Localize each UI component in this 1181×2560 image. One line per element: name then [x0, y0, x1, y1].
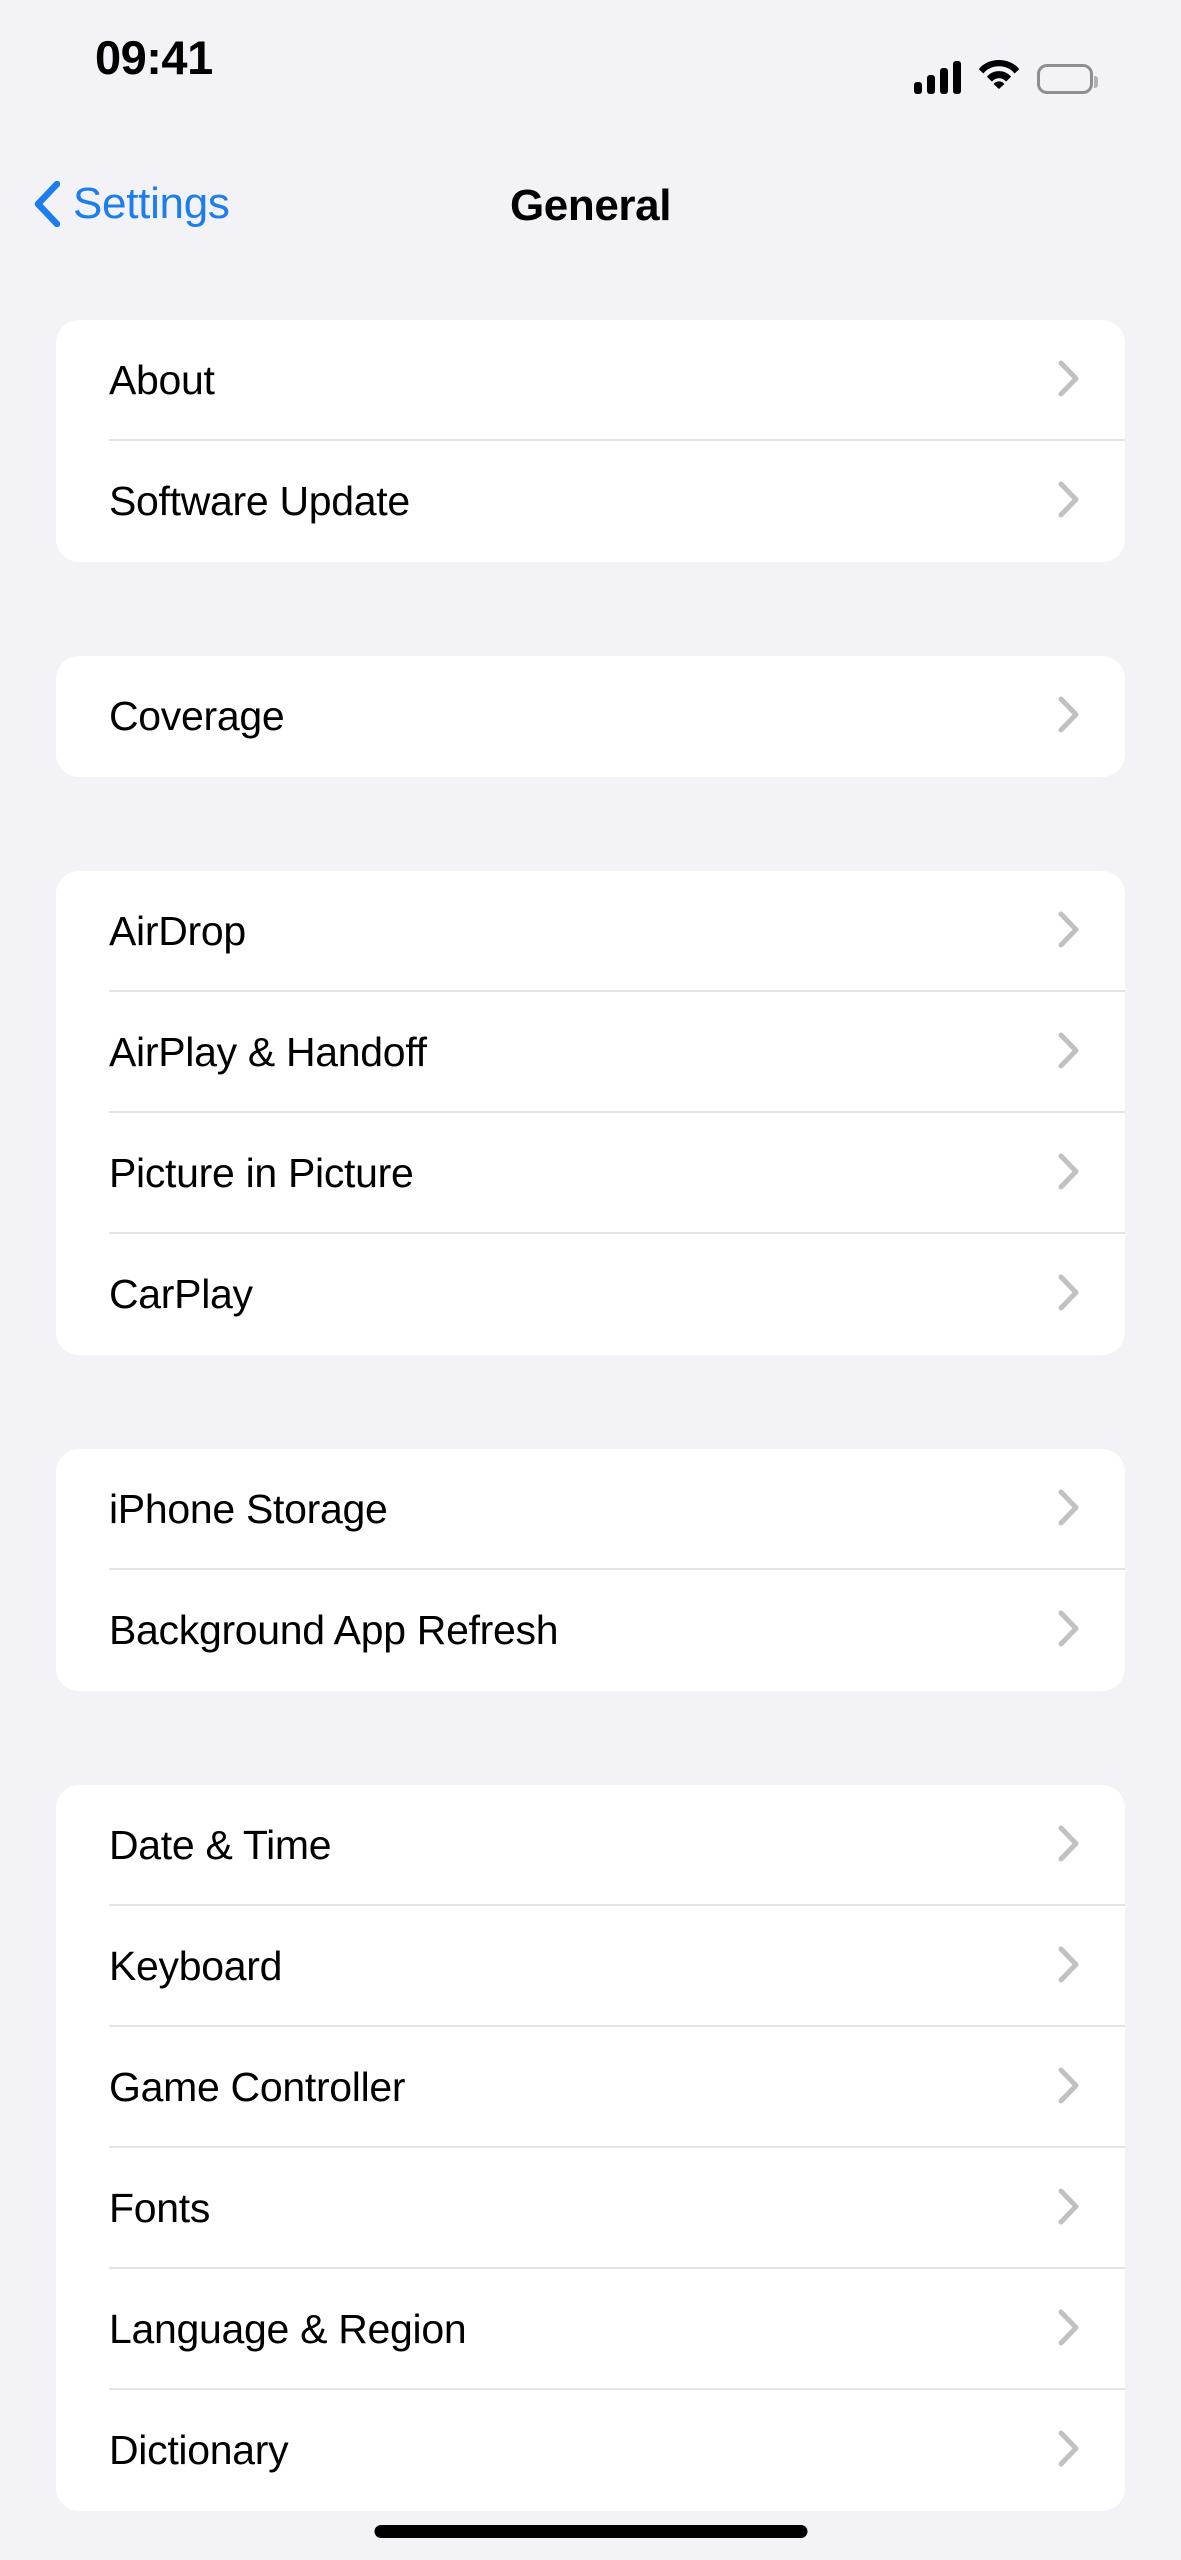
settings-row-keyboard[interactable]: Keyboard	[56, 1906, 1125, 2027]
chevron-right-icon	[1058, 696, 1087, 738]
settings-row-iphone-storage[interactable]: iPhone Storage	[56, 1449, 1125, 1570]
row-label: Dictionary	[109, 2427, 289, 2473]
navigation-bar: Settings General	[0, 165, 1181, 270]
settings-row-airdrop[interactable]: AirDrop	[56, 871, 1125, 992]
settings-row-software-update[interactable]: Software Update	[56, 441, 1125, 562]
chevron-right-icon	[1058, 1153, 1087, 1195]
home-indicator[interactable]	[374, 2525, 807, 2538]
chevron-right-icon	[1058, 2430, 1087, 2472]
settings-row-airplay-handoff[interactable]: AirPlay & Handoff	[56, 992, 1125, 1113]
chevron-right-icon	[1058, 1946, 1087, 1988]
status-bar: 09:41	[0, 0, 1181, 110]
row-label: Software Update	[109, 478, 410, 524]
settings-group: Date & Time Keyboard Game Controller Fon…	[56, 1785, 1125, 2511]
page-title: General	[509, 181, 672, 230]
chevron-right-icon	[1058, 1032, 1087, 1074]
chevron-right-icon	[1058, 1489, 1087, 1531]
row-label: Language & Region	[109, 2306, 467, 2352]
settings-row-dictionary[interactable]: Dictionary	[56, 2390, 1125, 2511]
chevron-right-icon	[1058, 1610, 1087, 1652]
chevron-right-icon	[1058, 1274, 1087, 1316]
settings-group: iPhone Storage Background App Refresh	[56, 1449, 1125, 1691]
row-label: Coverage	[109, 693, 285, 739]
iphone-settings-screen: 09:41 Settings General About Software Up…	[0, 0, 1181, 2560]
settings-group: About Software Update	[56, 320, 1125, 562]
row-label: Date & Time	[109, 1822, 332, 1868]
row-label: CarPlay	[109, 1271, 253, 1317]
settings-group: AirDrop AirPlay & Handoff Picture in Pic…	[56, 871, 1125, 1355]
status-bar-icons	[914, 52, 1098, 94]
settings-row-date-time[interactable]: Date & Time	[56, 1785, 1125, 1906]
chevron-right-icon	[1058, 360, 1087, 402]
chevron-right-icon	[1058, 2309, 1087, 2351]
settings-row-coverage[interactable]: Coverage	[56, 656, 1125, 777]
row-label: AirPlay & Handoff	[109, 1029, 427, 1075]
settings-list: About Software Update Coverage AirDrop A…	[0, 320, 1181, 2511]
settings-row-picture-in-picture[interactable]: Picture in Picture	[56, 1113, 1125, 1234]
row-label: Background App Refresh	[109, 1607, 559, 1653]
settings-row-language-region[interactable]: Language & Region	[56, 2269, 1125, 2390]
row-label: Keyboard	[109, 1943, 283, 1989]
settings-row-background-app-refresh[interactable]: Background App Refresh	[56, 1570, 1125, 1691]
settings-row-game-controller[interactable]: Game Controller	[56, 2027, 1125, 2148]
battery-full-icon	[1037, 64, 1098, 94]
row-label: AirDrop	[109, 908, 246, 954]
settings-group: Coverage	[56, 656, 1125, 777]
cellular-signal-icon	[914, 61, 961, 94]
chevron-right-icon	[1058, 911, 1087, 953]
wifi-icon	[978, 56, 1020, 94]
settings-row-carplay[interactable]: CarPlay	[56, 1234, 1125, 1355]
row-label: Picture in Picture	[109, 1150, 414, 1196]
row-label: About	[109, 357, 215, 403]
row-label: Game Controller	[109, 2064, 406, 2110]
chevron-right-icon	[1058, 1825, 1087, 1867]
settings-row-fonts[interactable]: Fonts	[56, 2148, 1125, 2269]
row-label: iPhone Storage	[109, 1486, 388, 1532]
chevron-right-icon	[1058, 2188, 1087, 2230]
chevron-right-icon	[1058, 2067, 1087, 2109]
row-label: Fonts	[109, 2185, 211, 2231]
settings-row-about[interactable]: About	[56, 320, 1125, 441]
status-bar-time: 09:41	[95, 31, 213, 84]
chevron-right-icon	[1058, 481, 1087, 523]
